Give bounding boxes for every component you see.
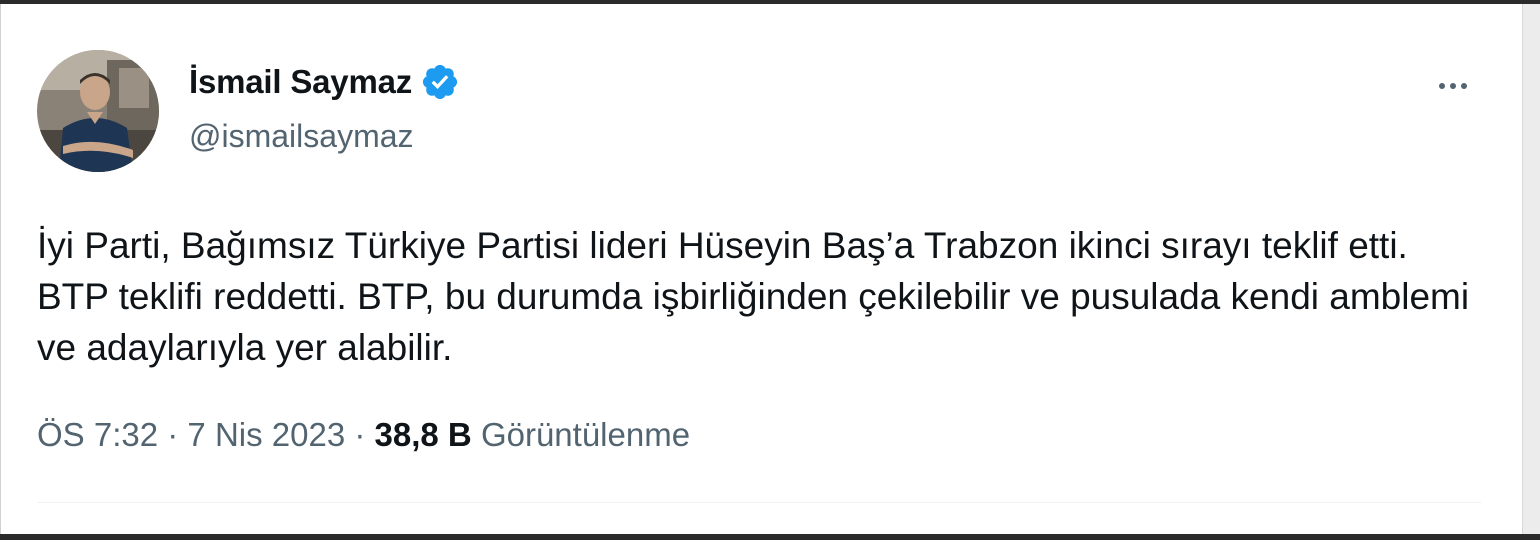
author-handle[interactable]: @ismailsaymaz (189, 118, 414, 155)
tweet-window: İsmail Saymaz @ismailsaymaz İyi Parti, B… (0, 4, 1523, 534)
views-label: Görüntülenme (480, 416, 691, 453)
display-name[interactable]: İsmail Saymaz (189, 63, 412, 101)
avatar[interactable] (37, 50, 159, 172)
views-count: 38,8 B (374, 416, 472, 453)
meta-separator: · (167, 416, 179, 453)
verified-badge-icon[interactable] (420, 62, 460, 102)
avatar-photo (37, 50, 159, 172)
divider (37, 502, 1481, 503)
more-dot (1461, 83, 1467, 89)
tweet-time[interactable]: ÖS 7:32 (37, 416, 158, 453)
meta-separator: · (354, 416, 366, 453)
tweet-text: İyi Parti, Bağımsız Türkiye Partisi lide… (37, 225, 1470, 368)
more-options-icon[interactable] (1429, 68, 1477, 104)
tweet-date[interactable]: 7 Nis 2023 (187, 416, 345, 453)
more-dot (1450, 83, 1456, 89)
scrollbar-track[interactable] (1522, 4, 1540, 534)
tweet-meta: ÖS 7:32 · 7 Nis 2023 · 38,8 B Görüntülen… (37, 416, 690, 454)
author-name-row: İsmail Saymaz (189, 62, 460, 102)
more-dot (1439, 83, 1445, 89)
tweet-card: İsmail Saymaz @ismailsaymaz İyi Parti, B… (37, 4, 1481, 534)
